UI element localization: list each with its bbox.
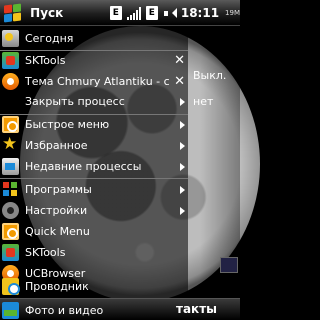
background-label-no: нет: [193, 95, 214, 108]
close-icon[interactable]: ✕: [174, 74, 185, 89]
programs-icon: [2, 181, 19, 198]
start-title[interactable]: Пуск: [30, 6, 107, 20]
menu-item-label: Тема Chmury Atlantiku - c: [25, 75, 170, 88]
start-menu: Сегодня SKTools ✕ Тема Chmury Atlantiku …: [0, 26, 188, 298]
menu-item-sktools-task[interactable]: SKTools ✕: [0, 50, 188, 71]
background-label-off: Выкл.: [193, 69, 227, 82]
sktools-icon: [2, 52, 19, 69]
blank-icon: [2, 93, 19, 110]
chevron-right-icon: [180, 97, 185, 106]
status-icons: E E: [109, 5, 175, 20]
menu-item-favorites[interactable]: Избранное: [0, 134, 188, 156]
menu-item-close-process[interactable]: Закрыть процесс: [0, 91, 188, 112]
title-bar: Пуск E E 18:11 19M: [0, 0, 240, 26]
chevron-right-icon: [180, 120, 185, 129]
menu-item-settings[interactable]: Настройки: [0, 200, 188, 221]
tray-thumbnail-icon: [220, 257, 238, 273]
signal-strength-icon[interactable]: [126, 6, 141, 20]
quick-menu-icon: [2, 116, 19, 133]
close-icon[interactable]: ✕: [174, 53, 185, 68]
chevron-right-icon: [180, 141, 185, 150]
star-icon: [2, 134, 19, 154]
edge-status-icon[interactable]: E: [109, 5, 122, 20]
menu-item-label: Фото и видео: [25, 304, 104, 317]
menu-item-label: Закрыть процесс: [25, 95, 125, 108]
menu-item-label: Quick Menu: [25, 225, 90, 238]
explorer-icon: [2, 278, 20, 295]
uc-theme-icon: [2, 73, 19, 90]
menu-item-today[interactable]: Сегодня: [0, 28, 188, 49]
menu-item-quick-menu-app[interactable]: Quick Menu: [0, 221, 188, 242]
menu-item-label: SKTools: [25, 246, 66, 259]
recent-icon: [2, 158, 19, 175]
menu-item-label: Недавние процессы: [25, 160, 142, 173]
chevron-right-icon: [180, 185, 185, 194]
menu-item-label: Программы: [25, 183, 92, 196]
menu-item-programs[interactable]: Программы: [0, 179, 188, 200]
menu-item-recent-processes[interactable]: Недавние процессы: [0, 156, 188, 177]
chevron-right-icon: [180, 206, 185, 215]
edge-network-icon[interactable]: E: [145, 5, 158, 20]
menu-item-label: Избранное: [25, 139, 88, 152]
quick-menu-icon: [2, 223, 19, 240]
chevron-right-icon: [180, 162, 185, 171]
menu-item-label: Проводник: [25, 280, 89, 293]
menu-item-photos-video[interactable]: Фото и видео: [0, 300, 176, 320]
soft-key-bar: Фото и видео такты: [0, 298, 240, 320]
memory-indicator: 19M: [225, 8, 240, 17]
clock[interactable]: 18:11: [181, 6, 219, 20]
menu-item-label: Сегодня: [25, 32, 74, 45]
windows-flag-icon[interactable]: [3, 3, 22, 23]
menu-item-explorer[interactable]: Проводник: [0, 276, 188, 297]
menu-item-uc-theme-task[interactable]: Тема Chmury Atlantiku - c ✕: [0, 71, 188, 92]
photo-icon: [2, 302, 19, 319]
settings-icon: [2, 202, 19, 219]
menu-item-quick-menu[interactable]: Быстрое меню: [0, 114, 188, 135]
menu-item-sktools-app[interactable]: SKTools: [0, 242, 188, 263]
speaker-icon[interactable]: [163, 7, 175, 19]
menu-item-label: SKTools: [25, 54, 66, 67]
contacts-softkey[interactable]: такты: [176, 302, 217, 316]
today-icon: [2, 30, 19, 47]
menu-item-label: Быстрое меню: [25, 118, 110, 131]
menu-item-label: Настройки: [25, 204, 88, 217]
sktools-icon: [2, 244, 19, 261]
